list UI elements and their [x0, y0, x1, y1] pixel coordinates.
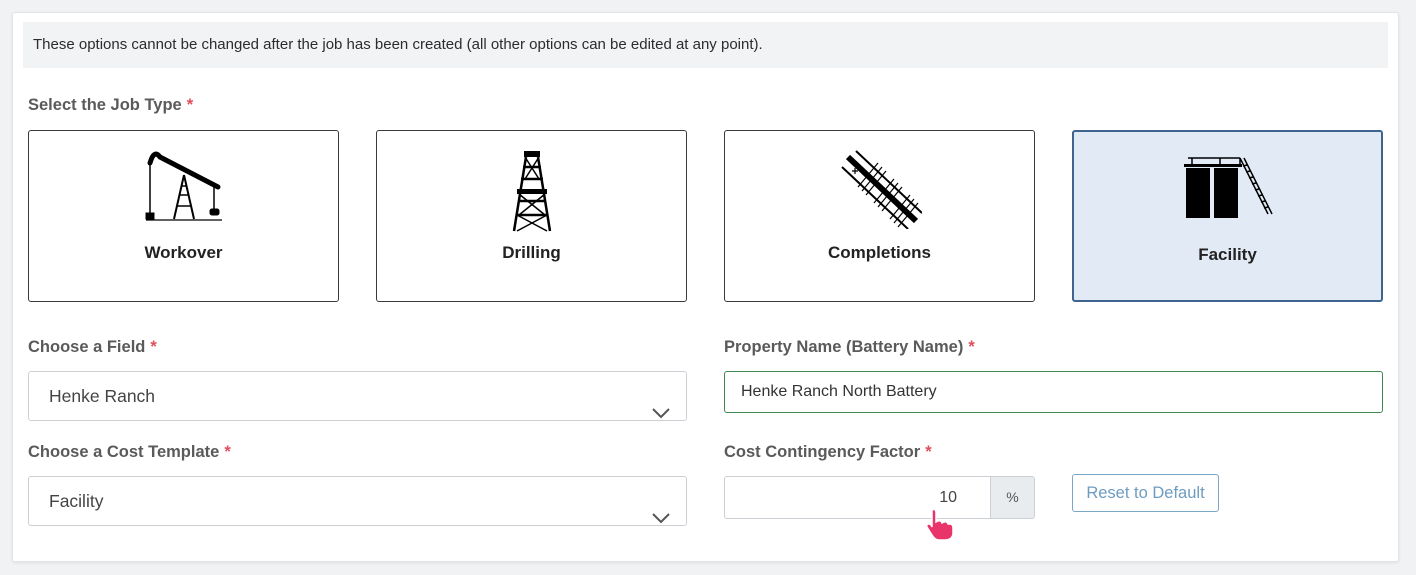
percent-addon: % — [990, 476, 1035, 519]
contingency-label: Cost Contingency Factor * — [724, 443, 932, 461]
property-name-input[interactable]: Henke Ranch North Battery — [724, 371, 1383, 413]
required-marker: * — [224, 443, 231, 461]
field-label: Choose a Field * — [28, 338, 157, 356]
tank-battery-icon — [1182, 148, 1274, 229]
job-type-facility[interactable]: Facility — [1072, 130, 1383, 302]
required-marker: * — [925, 443, 932, 461]
job-type-label: Select the Job Type * — [28, 96, 194, 114]
completions-icon — [838, 149, 923, 234]
job-type-drilling[interactable]: Drilling — [376, 130, 687, 302]
job-type-workover[interactable]: Workover — [28, 130, 339, 302]
job-type-name: Workover — [144, 243, 223, 262]
job-type-completions[interactable]: Completions — [724, 130, 1035, 302]
job-type-name: Completions — [828, 243, 931, 262]
cost-template-select[interactable]: Facility — [28, 476, 687, 526]
chevron-down-icon — [652, 494, 670, 542]
cost-template-select-value: Facility — [49, 491, 104, 511]
property-name-label: Property Name (Battery Name) * — [724, 338, 975, 356]
required-marker: * — [186, 96, 194, 114]
drilling-rig-icon — [509, 149, 555, 238]
cost-template-label: Choose a Cost Template * — [28, 443, 231, 461]
pumpjack-icon — [144, 149, 224, 230]
pointer-hand-icon — [924, 508, 956, 547]
field-select[interactable]: Henke Ranch — [28, 371, 687, 421]
chevron-down-icon — [652, 389, 670, 437]
job-type-name: Drilling — [502, 243, 561, 262]
field-select-value: Henke Ranch — [49, 386, 156, 406]
immutable-options-notice: These options cannot be changed after th… — [23, 22, 1388, 68]
reset-to-default-button[interactable]: Reset to Default — [1072, 474, 1219, 512]
required-marker: * — [150, 338, 157, 356]
job-type-name: Facility — [1198, 245, 1257, 264]
required-marker: * — [968, 338, 975, 356]
